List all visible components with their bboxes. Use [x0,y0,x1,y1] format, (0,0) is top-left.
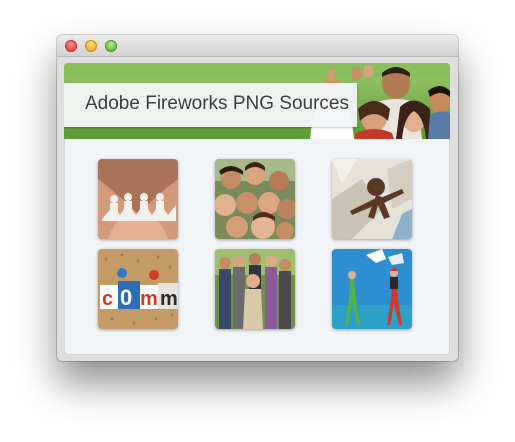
thumbnail-paper-chain[interactable] [98,159,178,239]
thumbnail-paper-figure[interactable] [332,159,412,239]
svg-text:m: m [160,288,178,310]
minimize-button[interactable] [85,40,97,52]
thumbnail-comm-corkboard[interactable]: c 0 m m [98,249,178,329]
title-bar [57,35,458,57]
paper-figure-image [332,159,412,239]
svg-text:0: 0 [120,285,132,310]
friends-group-image [215,159,295,239]
page-title: Adobe Fireworks PNG Sources [85,93,349,114]
svg-text:c: c [102,288,113,310]
paper-chain-image [98,159,178,239]
banner-image: Adobe Fireworks PNG Sources [64,63,450,139]
thumbnail-friends-outdoors[interactable] [215,249,295,329]
svg-text:m: m [140,288,158,310]
thumbnail-friends-group[interactable] [215,159,295,239]
close-button[interactable] [65,40,77,52]
comm-corkboard-image: c 0 m m [98,249,178,329]
content-panel: Adobe Fireworks PNG Sources c 0 m m [64,63,450,355]
banner-title-box: Adobe Fireworks PNG Sources [64,83,357,127]
thumbnail-illustrated-people[interactable] [332,249,412,329]
zoom-button[interactable] [105,40,117,52]
illustrated-people-image [332,249,412,329]
friends-outdoors-image [215,249,295,329]
app-window: Adobe Fireworks PNG Sources c 0 m m [57,35,458,361]
